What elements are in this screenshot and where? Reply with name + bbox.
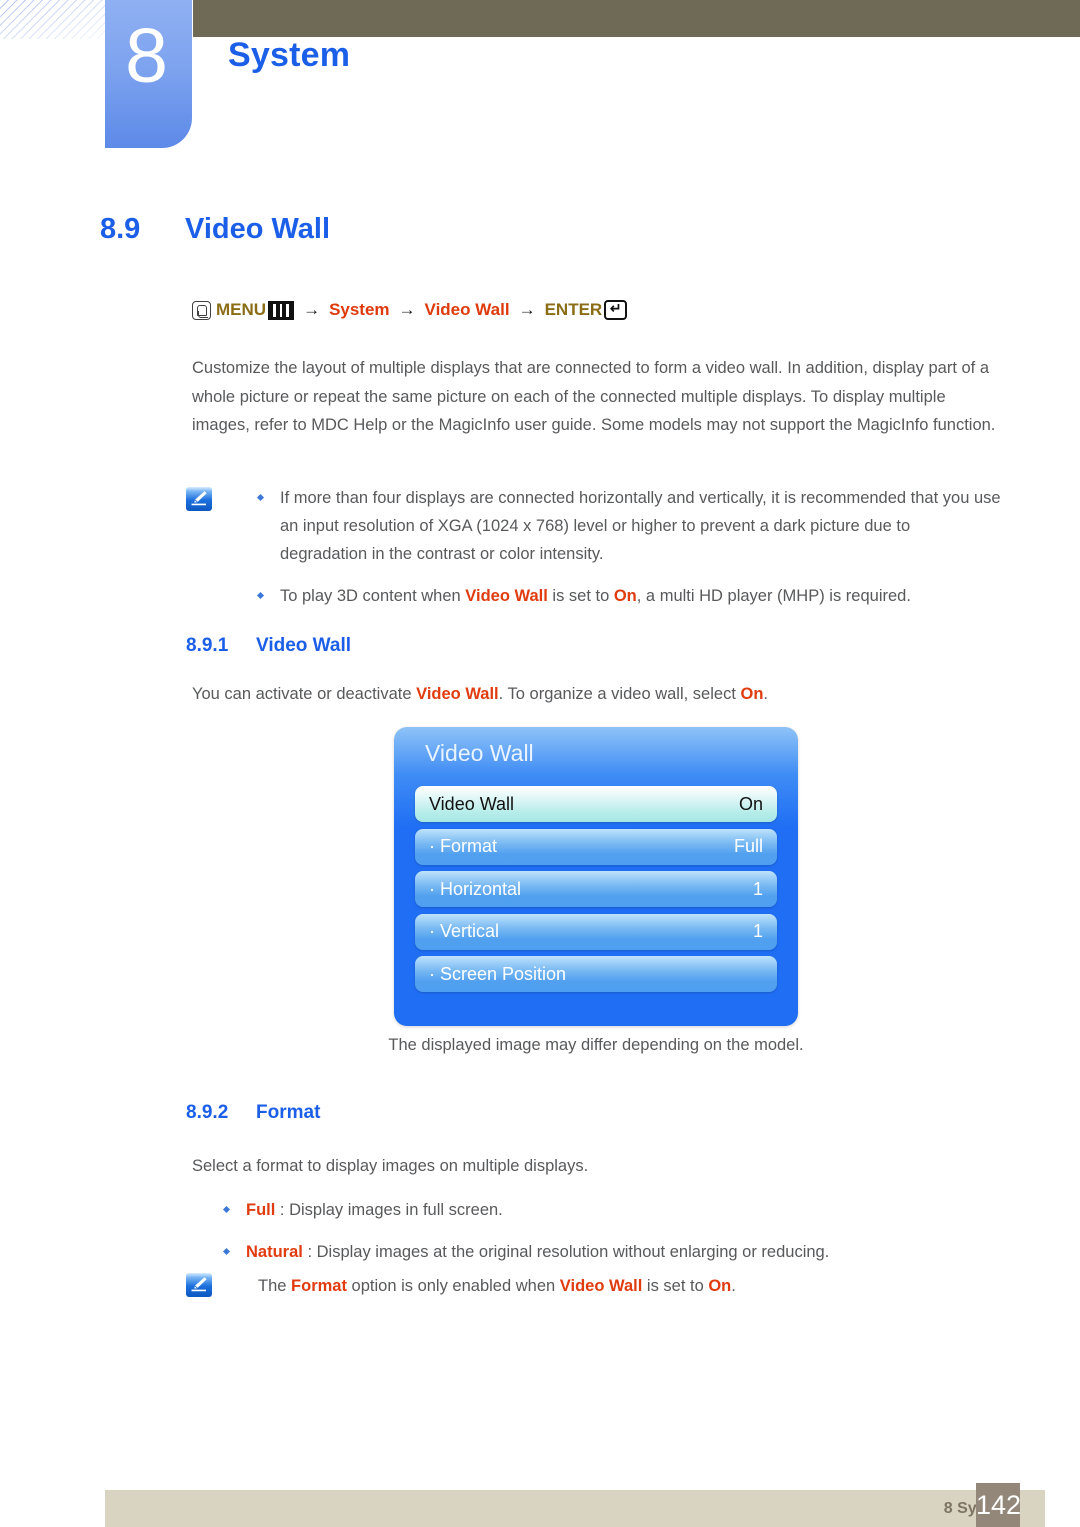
chapter-title: System [228, 36, 351, 74]
note-bullet-text: If more than four displays are connected… [280, 489, 1001, 563]
menu-hand-icon [192, 300, 211, 320]
breadcrumb: MENU → System → Video Wall → ENTER ↵ [192, 300, 628, 320]
osd-caption: The displayed image may differ depending… [388, 1036, 804, 1054]
osd-row-list: Video Wall On · Format Full · Horizontal… [415, 786, 777, 999]
breadcrumb-menu-label: MENU [216, 300, 267, 319]
osd-row-vertical[interactable]: · Vertical 1 [415, 913, 777, 950]
format-option-list: Full : Display images in full screen. Na… [186, 1196, 1001, 1266]
breadcrumb-arrow-2: → [398, 300, 416, 319]
chapter-number: 8 [125, 13, 168, 99]
bullet-diamond-icon [256, 582, 280, 610]
osd-panel-title: Video Wall [425, 740, 534, 766]
text-post: . [763, 685, 768, 703]
emphasis-on: On [613, 587, 637, 605]
intro-paragraph: Customize the layout of multiple display… [192, 359, 996, 434]
text-post: : Display images in full screen. [275, 1201, 503, 1219]
osd-row-label: · Screen Position [429, 963, 567, 984]
note-format-text: The Format option is only enabled when V… [258, 1270, 736, 1300]
emphasis-on: On [708, 1277, 732, 1295]
note-bullet-item: If more than four displays are connected… [256, 484, 1001, 568]
osd-row-value: 1 [752, 878, 763, 899]
enter-glyph: ↵ [609, 300, 622, 316]
emphasis-on: On [740, 685, 764, 703]
text-mid: . To organize a video wall, select [498, 685, 741, 703]
header-bar [193, 0, 1080, 37]
osd-row-value: Full [733, 836, 763, 856]
breadcrumb-arrow-3: → [518, 300, 536, 319]
text-mid: is set to [547, 587, 614, 605]
osd-row-screen-position[interactable]: · Screen Position [415, 956, 777, 992]
bullet-diamond-icon [186, 1238, 246, 1266]
menu-bars-icon [268, 300, 295, 320]
format-option-item: Full : Display images in full screen. [186, 1196, 1001, 1224]
osd-menu-panel: Video Wall Video Wall On · Format Full ·… [394, 727, 798, 1026]
format-option-text: Full : Display images in full screen. [246, 1196, 1001, 1224]
subsection-lead-format: Select a format to display images on mul… [192, 1157, 589, 1175]
note-block-format: The Format option is only enabled when V… [186, 1270, 1001, 1300]
osd-row-label: · Vertical [429, 921, 500, 941]
footer-bar [105, 1490, 1045, 1527]
note-block-displays: If more than four displays are connected… [186, 484, 1001, 610]
subsection-number: 8.9.1 [186, 635, 229, 656]
note-pencil-icon [186, 1273, 212, 1297]
breadcrumb-enter-label: ENTER [544, 300, 603, 319]
text-post: , a multi HD player (MHP) is required. [636, 587, 911, 605]
text-pre: The [258, 1277, 292, 1295]
emphasis-video-wall: Video Wall [559, 1277, 643, 1295]
osd-row-label: Video Wall [429, 793, 515, 814]
page-number-box: 142 [976, 1483, 1022, 1527]
enter-return-icon: ↵ [604, 300, 628, 320]
osd-row-label: · Format [429, 836, 498, 856]
subsection-number: 8.9.2 [186, 1102, 229, 1123]
breadcrumb-arrow-1: → [303, 300, 321, 319]
osd-row-horizontal[interactable]: · Horizontal 1 [415, 871, 777, 907]
text-mid: option is only enabled when [346, 1277, 560, 1295]
text-pre: To play 3D content when [280, 587, 466, 605]
bullet-diamond-icon [256, 484, 280, 568]
subsection-heading-video-wall: 8.9.1 Video Wall [186, 635, 351, 657]
subsection-heading-format: 8.9.2 Format [186, 1102, 320, 1124]
format-option-item: Natural : Display images at the original… [186, 1238, 1001, 1266]
subsection-lead-video-wall: You can activate or deactivate Video Wal… [192, 680, 1000, 709]
breadcrumb-step-video-wall: Video Wall [424, 300, 510, 319]
section-title: Video Wall [185, 213, 331, 245]
emphasis-natural: Natural [246, 1243, 303, 1261]
osd-row-format[interactable]: · Format Full [415, 828, 777, 865]
bullet-diamond-icon [186, 1196, 246, 1224]
note-bullet-text: To play 3D content when Video Wall is se… [280, 582, 1001, 610]
text-post: : Display images at the original resolut… [302, 1243, 830, 1261]
emphasis-video-wall: Video Wall [465, 587, 548, 605]
emphasis-video-wall: Video Wall [416, 685, 499, 703]
osd-row-value: 1 [752, 921, 763, 941]
note-bullet-item: To play 3D content when Video Wall is se… [256, 582, 1001, 610]
chapter-badge: 8 [105, 0, 192, 148]
subsection-title: Video Wall [256, 635, 352, 656]
section-heading: 8.9 Video Wall [100, 213, 330, 246]
osd-row-label: · Horizontal [429, 878, 522, 899]
emphasis-full: Full [246, 1201, 276, 1219]
text-pre: You can activate or deactivate [192, 685, 417, 703]
breadcrumb-step-system: System [329, 300, 390, 319]
emphasis-format: Format [291, 1277, 347, 1295]
osd-row-video-wall[interactable]: Video Wall On [415, 786, 777, 822]
format-option-text: Natural : Display images at the original… [246, 1238, 1001, 1266]
text-post: . [731, 1277, 736, 1295]
section-number: 8.9 [100, 213, 141, 245]
subsection-title: Format [256, 1102, 321, 1123]
text-mid-2: is set to [642, 1277, 709, 1295]
page-number: 142 [976, 1490, 1022, 1520]
note-pencil-icon [186, 487, 212, 511]
decorative-hatch-pattern [0, 0, 106, 39]
note-bullets: If more than four displays are connected… [256, 484, 1001, 610]
osd-row-value: On [738, 793, 763, 814]
